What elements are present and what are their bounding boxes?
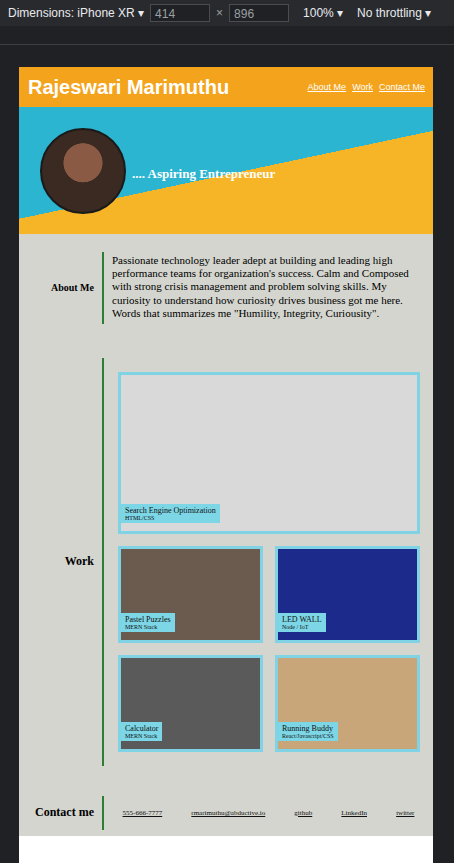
contact-link[interactable]: LinkedIn	[341, 809, 367, 817]
work-section: Work Search Engine OptimizationHTML/CSS Pa…	[19, 340, 433, 782]
page: Rajeswari Marimuthu About Me Work Contact M…	[19, 67, 433, 863]
project-caption: Search Engine OptimizationHTML/CSS	[121, 504, 220, 523]
throttling-dropdown[interactable]: No throttling ▾	[357, 6, 431, 20]
project-card[interactable]: LED WALLNode / IoT	[275, 546, 420, 643]
project-caption: Running BuddyReact/Javascript/CSS	[278, 722, 338, 741]
project-card[interactable]: Search Engine OptimizationHTML/CSS	[118, 372, 420, 534]
project-caption: CalculatorMERN Stack	[121, 722, 162, 741]
about-section: About MePassionate technology leader ade…	[19, 234, 433, 340]
width-field[interactable]: 414	[150, 4, 210, 22]
nav: About Me Work Contact Me	[308, 82, 425, 92]
hero: .... Aspiring Entrepreneur	[19, 107, 433, 234]
project-card[interactable]: CalculatorMERN Stack	[118, 655, 263, 752]
contact-section: Contact me 555-666-7777 rmarimuthu@abducti…	[19, 782, 433, 836]
times-sign: ×	[216, 6, 223, 20]
site-header: Rajeswari Marimuthu About Me Work Contact M…	[19, 67, 433, 107]
section-label: About Me	[19, 282, 102, 293]
footer	[19, 836, 433, 863]
nav-link[interactable]: Work	[352, 82, 373, 92]
section-label: Work	[19, 554, 102, 569]
section-label: Contact me	[19, 805, 102, 820]
about-text: Passionate technology leader adept at bu…	[102, 252, 433, 324]
height-field[interactable]: 896	[229, 4, 289, 22]
device-toolbar: Dimensions: iPhone XR ▾ 414 × 896 100% ▾ No t…	[0, 0, 454, 26]
contact-link[interactable]: rmarimuthu@abductive.io	[191, 809, 265, 817]
contact-link[interactable]: twitter	[396, 809, 414, 817]
main: About MePassionate technology leader ade…	[19, 234, 433, 836]
browser-devtools: Dimensions: iPhone XR ▾ 414 × 896 100% ▾ No t…	[0, 0, 454, 863]
ruler	[0, 26, 454, 45]
project-grid: Search Engine OptimizationHTML/CSS Pastel…	[102, 358, 433, 766]
contact-link[interactable]: 555-666-7777	[123, 809, 163, 817]
project-card[interactable]: Pastel PuzzlesMERN Stack	[118, 546, 263, 643]
contact-links: 555-666-7777 rmarimuthu@abductive.io githu…	[102, 796, 433, 830]
avatar-photo	[40, 128, 126, 214]
nav-link[interactable]: Contact Me	[379, 82, 425, 92]
site-title: Rajeswari Marimuthu	[28, 76, 229, 99]
project-caption: LED WALLNode / IoT	[278, 613, 326, 632]
contact-link[interactable]: github	[294, 809, 312, 817]
nav-link[interactable]: About Me	[308, 82, 347, 92]
hero-tagline: .... Aspiring Entrepreneur	[132, 166, 275, 182]
zoom-dropdown[interactable]: 100% ▾	[303, 6, 343, 20]
project-card[interactable]: Running BuddyReact/Javascript/CSS	[275, 655, 420, 752]
project-caption: Pastel PuzzlesMERN Stack	[121, 613, 175, 632]
device-dropdown[interactable]: Dimensions: iPhone XR ▾	[8, 6, 144, 20]
